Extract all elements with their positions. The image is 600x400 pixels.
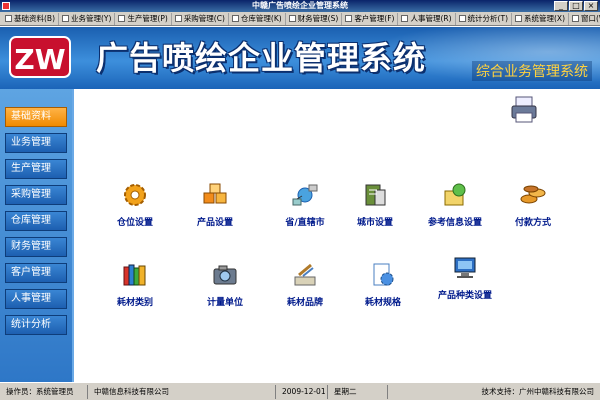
menu-icon xyxy=(5,15,12,22)
tile-label: 耗材规格 xyxy=(364,298,401,308)
status-date: 2009-12-01 xyxy=(276,384,328,399)
menu-statistics[interactable]: 统计分析(T) xyxy=(456,12,512,25)
sidebar-item-hr[interactable]: 人事管理 xyxy=(5,289,67,309)
banner-title: 广告喷绘企业管理系统 xyxy=(96,39,427,77)
menu-business[interactable]: 业务管理(Y) xyxy=(59,12,116,25)
menu-icon xyxy=(515,15,522,22)
menu-icon xyxy=(458,15,466,22)
menu-icon xyxy=(174,15,182,22)
menu-label: 生产管理(P) xyxy=(127,14,168,23)
menu-label: 窗口(W) xyxy=(581,14,600,23)
tile-unit-of-measure[interactable]: 计量单位 xyxy=(180,261,270,308)
tile-material-spec[interactable]: 耗材规格 xyxy=(338,261,428,308)
menu-label: 业务管理(Y) xyxy=(71,14,112,23)
menu-bar: 基础资料(B) 业务管理(Y) 生产管理(P) 采购管理(C) 仓库管理(K) … xyxy=(0,12,600,26)
status-company: 中赣信息科技有限公司 xyxy=(88,384,276,399)
tile-material-category[interactable]: 耗材类别 xyxy=(90,261,180,308)
books-icon xyxy=(123,264,146,286)
tile-label: 参考信息设置 xyxy=(427,218,482,228)
logo-icon: ZW xyxy=(9,36,71,78)
tile-label: 城市设置 xyxy=(356,218,393,228)
city-icon xyxy=(365,184,386,206)
sidebar-item-customer[interactable]: 客户管理 xyxy=(5,263,67,283)
menu-system[interactable]: 系统管理(X) xyxy=(512,12,569,25)
title-bar[interactable]: 中赣广告喷绘企业管理系统 _ □ × xyxy=(0,0,600,12)
sidebar-item-purchase[interactable]: 采购管理 xyxy=(5,185,67,205)
menu-icon xyxy=(345,15,353,22)
status-support: 技术支持：广州中赣科技有限公司 xyxy=(481,386,595,396)
menu-icon xyxy=(118,15,126,22)
menu-label: 系统管理(X) xyxy=(524,14,565,23)
printer-icon[interactable] xyxy=(510,95,538,125)
doc-gear-icon xyxy=(373,263,394,286)
gear-icon xyxy=(124,184,146,206)
menu-label: 统计分析(T) xyxy=(467,14,508,23)
menu-label: 采购管理(C) xyxy=(183,14,225,23)
tile-payment-method[interactable]: 付款方式 xyxy=(488,181,578,228)
menu-hr[interactable]: 人事管理(R) xyxy=(398,12,456,25)
menu-finance[interactable]: 财务管理(S) xyxy=(286,12,343,25)
sidebar-item-production[interactable]: 生产管理 xyxy=(5,159,67,179)
menu-warehouse[interactable]: 仓库管理(K) xyxy=(229,12,286,25)
menu-label: 基础资料(B) xyxy=(14,14,55,23)
sidebar-item-statistics[interactable]: 统计分析 xyxy=(5,315,67,335)
menu-icon xyxy=(288,15,296,22)
monitor-icon xyxy=(454,257,476,278)
main-panel: 仓位设置 产品设置 省/直辖市 城市设置 参考信息设置 付款方式 耗材类别 计量… xyxy=(72,89,600,382)
menu-label: 客户管理(F) xyxy=(354,14,395,23)
menu-icon xyxy=(231,15,239,22)
menu-window[interactable]: 窗口(W) xyxy=(569,13,600,25)
menu-customer[interactable]: 客户管理(F) xyxy=(342,12,399,25)
tools-icon xyxy=(294,263,316,286)
tile-label: 产品设置 xyxy=(196,218,233,228)
menu-icon xyxy=(62,15,69,22)
close-button[interactable]: × xyxy=(584,1,598,11)
tile-product-setting[interactable]: 产品设置 xyxy=(170,181,260,228)
sidebar: 基础资料 业务管理 生产管理 采购管理 仓库管理 财务管理 客户管理 人事管理 … xyxy=(0,89,72,382)
tile-label: 耗材类别 xyxy=(116,298,153,308)
network-icon xyxy=(292,184,318,206)
boxes-icon xyxy=(203,183,227,204)
info-icon xyxy=(444,183,466,206)
logo-text: ZW xyxy=(14,43,65,76)
window-title: 中赣广告喷绘企业管理系统 xyxy=(252,1,348,10)
sidebar-item-basic-data[interactable]: 基础资料 xyxy=(5,107,67,127)
sidebar-item-finance[interactable]: 财务管理 xyxy=(5,237,67,257)
sidebar-item-warehouse[interactable]: 仓库管理 xyxy=(5,211,67,231)
menu-label: 人事管理(R) xyxy=(410,14,452,23)
menu-label: 财务管理(S) xyxy=(297,14,339,23)
tile-storage-setting[interactable]: 仓位设置 xyxy=(90,181,180,228)
tile-material-brand[interactable]: 耗材品牌 xyxy=(260,261,350,308)
menu-icon xyxy=(572,15,579,22)
tile-label: 计量单位 xyxy=(206,298,243,308)
maximize-button[interactable]: □ xyxy=(569,1,583,11)
menu-purchase[interactable]: 采购管理(C) xyxy=(172,12,229,25)
menu-basic-data[interactable]: 基础资料(B) xyxy=(2,12,59,25)
tile-label: 仓位设置 xyxy=(116,218,153,228)
minimize-button[interactable]: _ xyxy=(554,1,568,11)
tile-label: 耗材品牌 xyxy=(286,298,323,308)
tile-city-setting[interactable]: 城市设置 xyxy=(330,181,420,228)
coins-icon xyxy=(520,185,546,204)
camera-icon xyxy=(213,265,237,285)
status-weekday: 星期二 xyxy=(328,384,388,399)
menu-icon xyxy=(401,15,409,22)
tile-label: 产品种类设置 xyxy=(437,291,492,301)
tile-label: 付款方式 xyxy=(514,218,551,228)
menu-label: 仓库管理(K) xyxy=(240,14,282,23)
tile-product-type[interactable]: 产品种类设置 xyxy=(420,254,510,301)
banner-subtitle: 综合业务管理系统 xyxy=(472,61,592,81)
sidebar-item-business[interactable]: 业务管理 xyxy=(5,133,67,153)
tile-reference-info[interactable]: 参考信息设置 xyxy=(410,181,500,228)
banner: ZW 广告喷绘企业管理系统 综合业务管理系统 xyxy=(0,27,600,89)
status-bar: 操作员：系统管理员 中赣信息科技有限公司 2009-12-01 星期二 技术支持… xyxy=(0,382,600,400)
window-controls: _ □ × xyxy=(554,1,598,11)
status-operator: 操作员：系统管理员 xyxy=(0,384,88,399)
menu-production[interactable]: 生产管理(P) xyxy=(115,12,172,25)
